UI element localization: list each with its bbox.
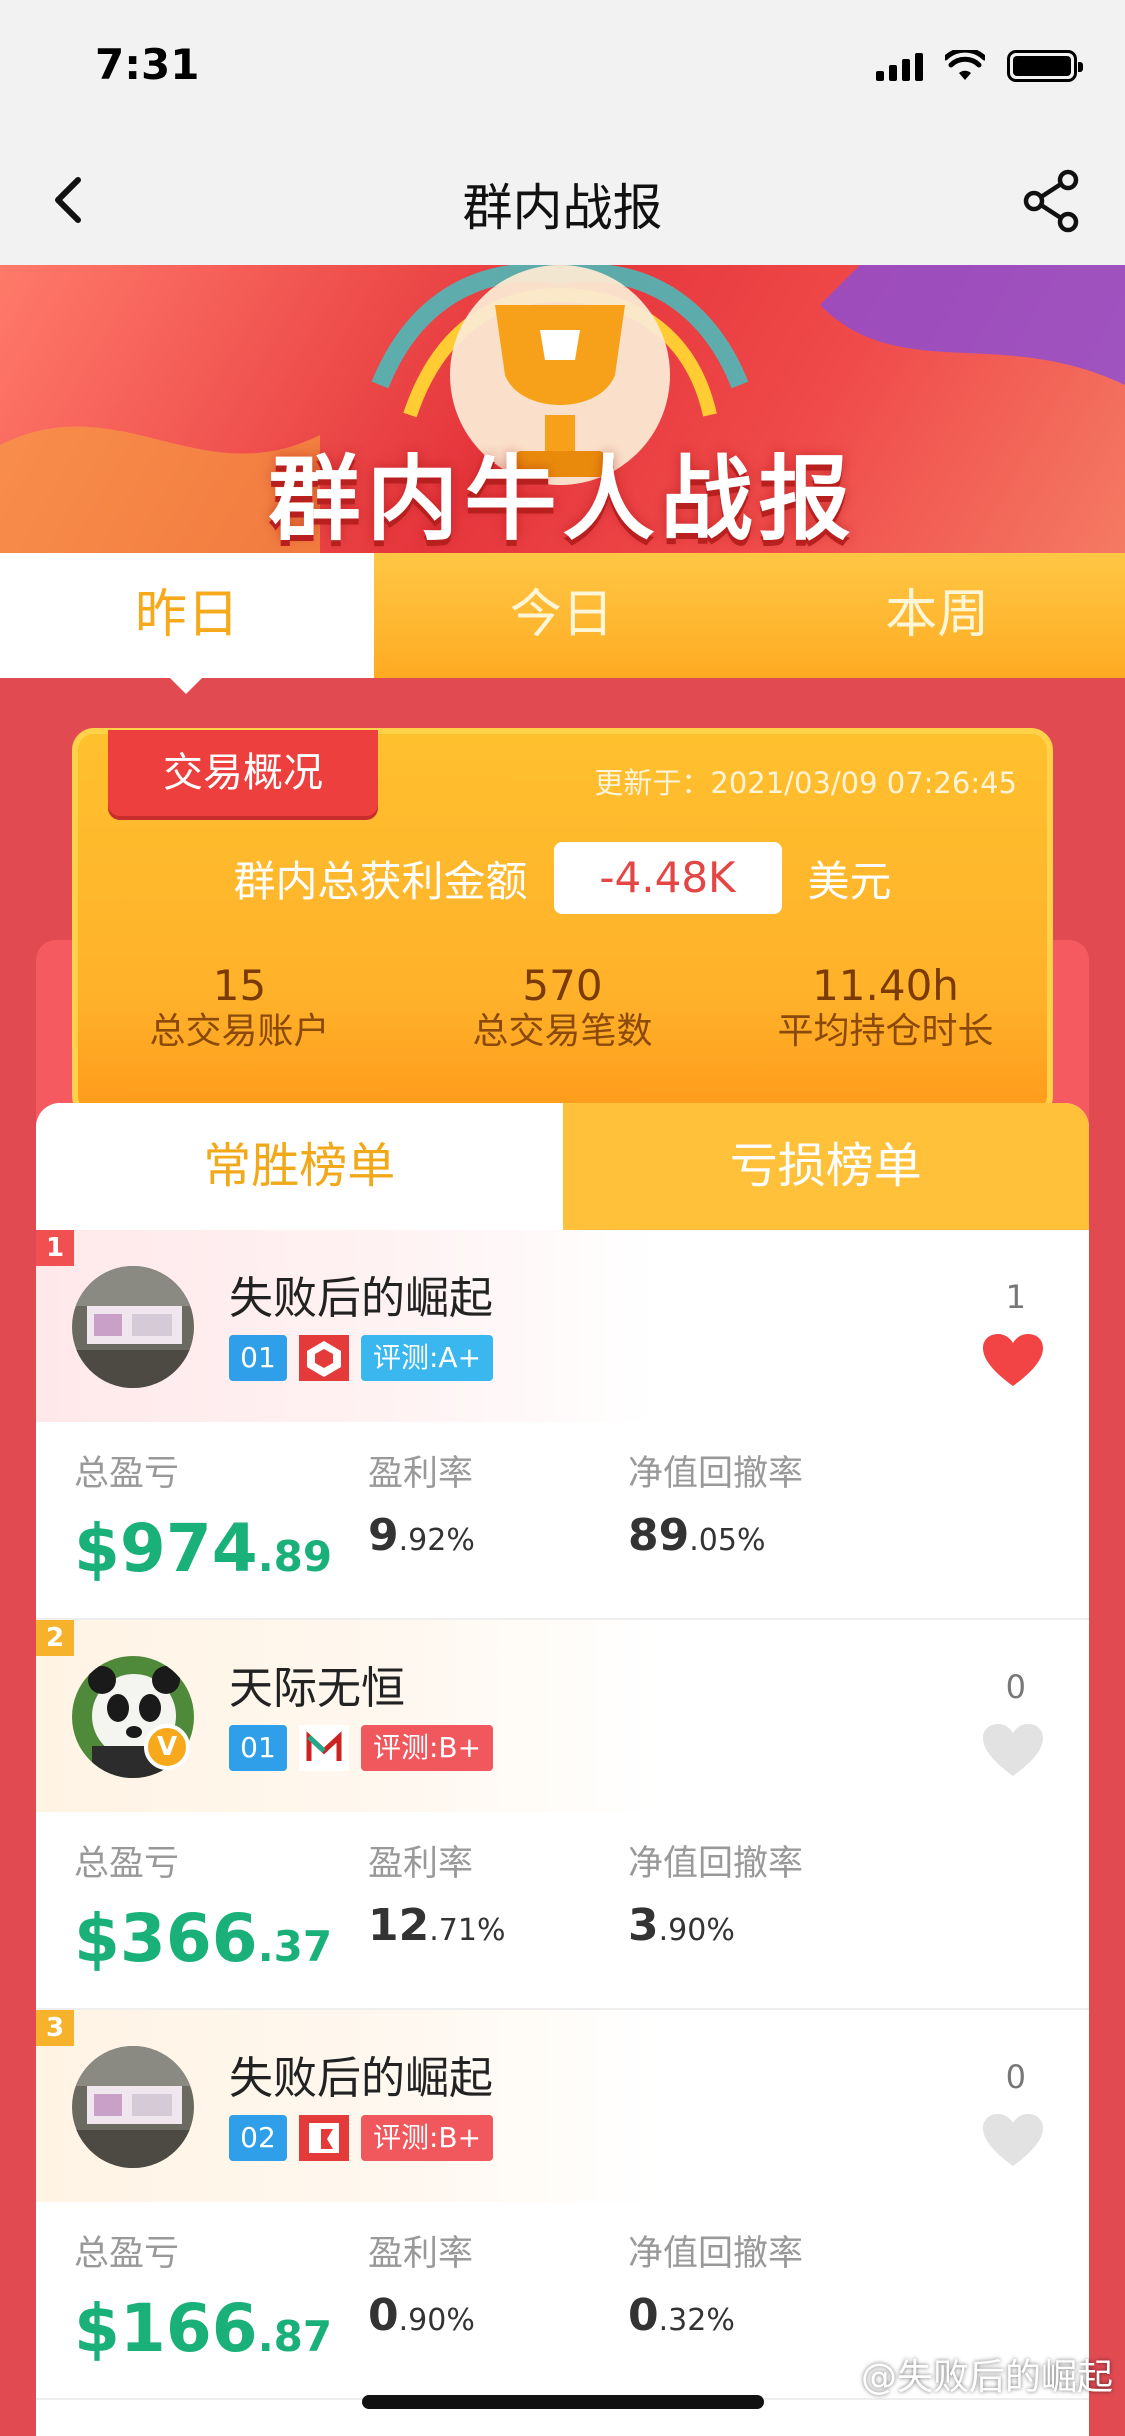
stat-value: 11.40h <box>812 961 959 1010</box>
home-indicator[interactable] <box>362 2395 764 2409</box>
metric-total-pnl: 总盈亏 $366.37 <box>74 1842 332 1977</box>
metric-total-pnl: 总盈亏 $166.87 <box>74 2232 332 2367</box>
banner-title: 群内牛人战报 <box>268 446 857 553</box>
like-count: 0 <box>1005 2058 1026 2096</box>
metric-value: 0.32% <box>628 2290 735 2341</box>
metric-value: $166.87 <box>74 2290 333 2367</box>
rating-badge: 评测:B+ <box>361 2115 494 2161</box>
user-tags: 02 评测:B+ <box>229 2115 494 2161</box>
stat-label: 总交易账户 <box>149 1011 330 1052</box>
status-bar: 7:31 <box>0 0 1125 140</box>
battery-icon <box>1007 50 1083 82</box>
tab-today[interactable]: 今日 <box>374 553 750 678</box>
list-item[interactable]: 2 V 天际无恒 01 评测:B+ 0 总盈亏 $366.37 盈利率 12.7… <box>36 1620 1089 2010</box>
ranking-card: 常胜榜单 亏损榜单 1 失败后的崛起 01 评测:A+ 1 总盈亏 $974.8… <box>36 1103 1089 2436</box>
user-name[interactable]: 失败后的崛起 <box>229 1262 493 1326</box>
user-name[interactable]: 失败后的崛起 <box>229 2042 493 2106</box>
page-title: 群内战报 <box>462 179 663 237</box>
metric-value: $366.37 <box>74 1900 333 1977</box>
metric-label: 净值回撤率 <box>628 1454 804 1494</box>
metric-label: 总盈亏 <box>74 1844 180 1884</box>
metric-value: 3.90% <box>628 1900 735 1951</box>
metric-value: 0.90% <box>368 2290 475 2341</box>
metric-drawdown: 净值回撤率 89.05% <box>628 1452 803 1561</box>
stat-value: 15 <box>212 961 267 1010</box>
user-tags: 01 评测:A+ <box>229 1335 494 1381</box>
total-profit-label: 群内总获利金额 <box>233 856 528 906</box>
trading-summary-card: 交易概况 更新于：2021/03/09 07:26:45 群内总获利金额 -4.… <box>72 728 1053 1118</box>
metric-label: 盈利率 <box>368 1844 474 1884</box>
metric-label: 盈利率 <box>368 1454 474 1494</box>
metric-value: 12.71% <box>368 1900 506 1951</box>
account-number-badge: 02 <box>229 2115 287 2161</box>
total-profit-row: 群内总获利金额 -4.48K 美元 <box>78 842 1047 914</box>
summary-tag: 交易概况 <box>108 730 378 816</box>
ranking-tabs: 常胜榜单 亏损榜单 <box>36 1103 1089 1230</box>
banner: 群内牛人战报 <box>0 265 1125 553</box>
broker-logo-icon <box>299 2115 349 2161</box>
metric-profit-rate: 盈利率 0.90% <box>368 2232 475 2341</box>
tab-this-week[interactable]: 本周 <box>750 553 1125 678</box>
rating-badge: 评测:A+ <box>361 1335 494 1381</box>
stat-label: 总交易笔数 <box>472 1011 653 1052</box>
list-item[interactable]: 1 失败后的崛起 01 评测:A+ 1 总盈亏 $974.89 盈利率 9.92… <box>36 1230 1089 1620</box>
stat-total-trades: 570 总交易笔数 <box>401 962 724 1054</box>
tab-losing-list[interactable]: 亏损榜单 <box>562 1103 1089 1230</box>
metric-label: 净值回撤率 <box>628 2234 804 2274</box>
account-number-badge: 01 <box>229 1335 287 1381</box>
metric-label: 总盈亏 <box>74 2234 180 2274</box>
share-icon[interactable] <box>1020 168 1085 233</box>
stat-label: 平均持仓时长 <box>777 1011 994 1052</box>
account-number-badge: 01 <box>229 1725 287 1771</box>
metric-value: $974.89 <box>74 1510 333 1587</box>
metrics: 总盈亏 $974.89 盈利率 9.92% 净值回撤率 89.05% <box>74 1452 1059 1602</box>
status-time: 7:31 <box>95 40 200 89</box>
stat-avg-hold-time: 11.40h 平均持仓时长 <box>724 962 1047 1054</box>
broker-logo-icon <box>299 1725 349 1771</box>
metric-profit-rate: 盈利率 9.92% <box>368 1452 475 1561</box>
rank-badge: 1 <box>36 1230 74 1266</box>
metric-drawdown: 净值回撤率 0.32% <box>628 2232 803 2341</box>
like-count: 1 <box>1005 1278 1026 1316</box>
heart-icon[interactable] <box>983 2114 1043 2169</box>
metric-value: 9.92% <box>368 1510 475 1561</box>
broker-logo-icon <box>299 1335 349 1381</box>
stat-value: 570 <box>522 961 603 1010</box>
metric-label: 总盈亏 <box>74 1454 180 1494</box>
avatar[interactable] <box>72 1266 194 1388</box>
watermark: @失败后的崛起 <box>860 2357 1113 2398</box>
summary-stats: 15 总交易账户 570 总交易笔数 11.40h 平均持仓时长 <box>78 962 1047 1054</box>
verified-badge-icon: V <box>144 1724 190 1770</box>
total-profit-unit: 美元 <box>807 856 892 906</box>
total-profit-value: -4.48K <box>553 842 782 914</box>
list-item[interactable]: 3 失败后的崛起 02 评测:B+ 0 总盈亏 $166.87 盈利率 0.90… <box>36 2010 1089 2400</box>
like-count: 0 <box>1005 1668 1026 1706</box>
period-tabs: 昨日 今日 本周 <box>0 553 1125 694</box>
avatar[interactable] <box>72 2046 194 2168</box>
rank-badge: 2 <box>36 1620 74 1656</box>
rank-badge: 3 <box>36 2010 74 2046</box>
user-name[interactable]: 天际无恒 <box>229 1652 405 1716</box>
tab-winning-list[interactable]: 常胜榜单 <box>36 1103 563 1230</box>
heart-icon[interactable] <box>983 1724 1043 1779</box>
metric-drawdown: 净值回撤率 3.90% <box>628 1842 803 1951</box>
heart-icon[interactable] <box>983 1334 1043 1389</box>
metric-label: 盈利率 <box>368 2234 474 2274</box>
tab-yesterday[interactable]: 昨日 <box>0 553 374 694</box>
user-tags: 01 评测:B+ <box>229 1725 494 1771</box>
cellular-signal-icon <box>876 51 923 81</box>
stat-total-accounts: 15 总交易账户 <box>78 962 401 1054</box>
metric-total-pnl: 总盈亏 $974.89 <box>74 1452 332 1587</box>
rating-badge: 评测:B+ <box>361 1725 494 1771</box>
metric-label: 净值回撤率 <box>628 1844 804 1884</box>
update-time: 更新于：2021/03/09 07:26:45 <box>594 766 1017 800</box>
metric-value: 89.05% <box>628 1510 766 1561</box>
wifi-icon <box>945 50 985 80</box>
metrics: 总盈亏 $366.37 盈利率 12.71% 净值回撤率 3.90% <box>74 1842 1059 1992</box>
nav-bar: 群内战报 <box>0 140 1125 265</box>
metric-profit-rate: 盈利率 12.71% <box>368 1842 505 1951</box>
status-icons <box>876 50 1083 82</box>
